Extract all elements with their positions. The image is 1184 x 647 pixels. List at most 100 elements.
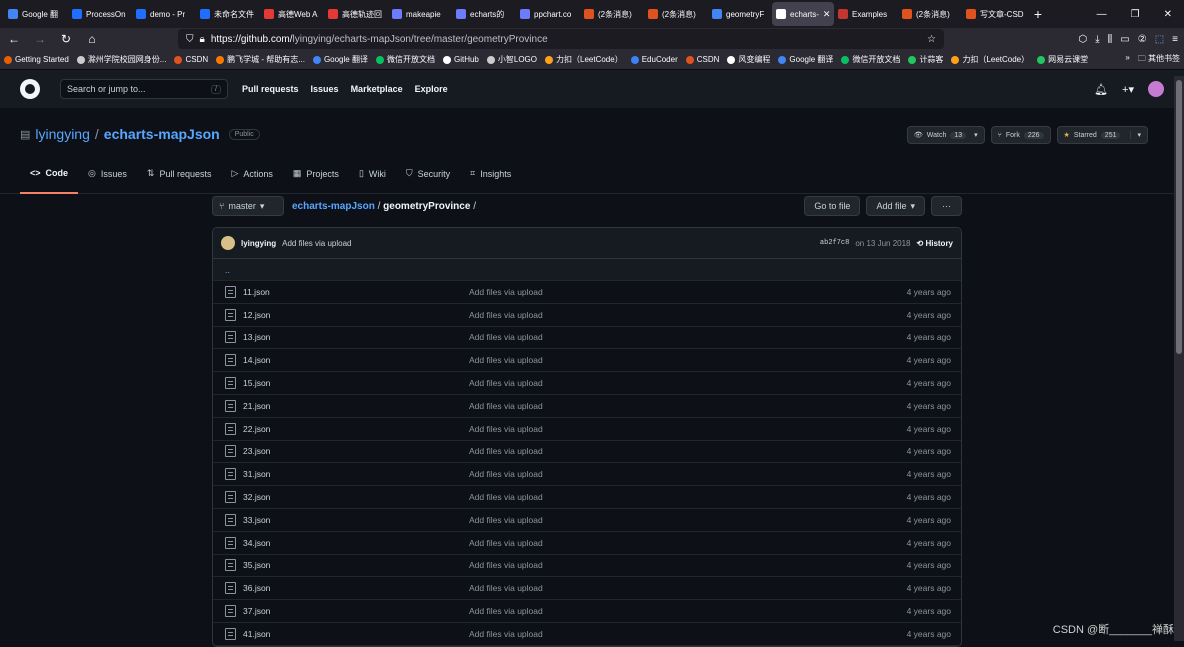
table-row[interactable]: 12.jsonAdd files via upload4 years ago [213,304,961,327]
go-to-file-button[interactable]: Go to file [804,196,860,216]
commit-sha[interactable]: ab2f7c8 [820,239,849,247]
file-name-link[interactable]: 13.json [236,332,469,342]
bookmark-item[interactable]: Google 翻译 [778,54,833,65]
history-link[interactable]: ⟲ History [917,239,954,248]
bookmark-star-icon[interactable]: ☆ [927,34,936,45]
browser-tab[interactable]: (2条消息) [644,2,708,26]
bookmark-item[interactable]: CSDN [686,54,720,65]
bookmark-item[interactable]: 计蒜客 [908,54,943,65]
browser-tab[interactable]: Google 翻 [4,2,68,26]
commit-author-avatar[interactable] [221,236,235,250]
nav-explore[interactable]: Explore [415,84,448,94]
branch-select[interactable]: ⑂ master ▾ [212,196,284,216]
file-commit-message[interactable]: Add files via upload [469,310,543,320]
commit-author[interactable]: lyingying [241,239,276,248]
browser-tab[interactable]: 写文章-CSD [962,2,1026,26]
add-file-button[interactable]: Add file▾ [866,196,925,216]
chevron-double-right-icon[interactable]: » [1125,53,1129,67]
browser-tab[interactable]: echarts的 [452,2,516,26]
star-button[interactable]: ★Starred251▾ [1057,126,1148,144]
file-name-link[interactable]: 33.json [236,515,469,525]
page-scrollbar-thumb[interactable] [1176,80,1182,354]
tab-actions[interactable]: ▷Actions [221,153,282,194]
file-commit-message[interactable]: Add files via upload [469,355,543,365]
address-bar[interactable]: ⛉ 🔒︎ https://github.com/lyingying/echart… [178,29,944,49]
bookmark-item[interactable]: 微信开放文档 [841,54,900,65]
table-row[interactable]: 41.jsonAdd files via upload4 years ago [213,623,961,646]
file-name-link[interactable]: 34.json [236,538,469,548]
tab-security[interactable]: ⛉Security [396,153,460,194]
bookmark-item[interactable]: 滁州学院校园网身份... [77,54,167,65]
shield-icon[interactable]: ⛉ [186,34,194,45]
file-commit-message[interactable]: Add files via upload [469,469,543,479]
tab-code[interactable]: <>Code [20,153,78,194]
tab-projects[interactable]: ▦Projects [283,153,349,194]
browser-tab[interactable]: demo - Pr [132,2,196,26]
pocket-icon[interactable]: ⬡ [1079,34,1088,45]
file-commit-message[interactable]: Add files via upload [469,606,543,616]
file-name-link[interactable]: 41.json [236,629,469,639]
commit-message[interactable]: Add files via upload [282,239,351,248]
tab-insights[interactable]: ⌗Insights [460,153,521,194]
browser-tab[interactable]: (2条消息) [898,2,962,26]
browser-tab[interactable]: Examples [834,2,898,26]
home-icon[interactable]: ⌂ [84,32,100,46]
library-icon[interactable]: ⫼ [1108,34,1113,45]
table-row[interactable]: 32.jsonAdd files via upload4 years ago [213,486,961,509]
breadcrumb-root-link[interactable]: echarts-mapJson [292,201,375,212]
file-commit-message[interactable]: Add files via upload [469,332,543,342]
file-name-link[interactable]: 15.json [236,378,469,388]
bell-icon[interactable]: 🔔︎ [1094,83,1108,96]
bookmark-item[interactable]: 小智LOGO [487,54,537,65]
bookmark-item[interactable]: 网易云课堂 [1037,54,1088,65]
browser-tab[interactable]: 高德轨迹回 [324,2,388,26]
table-row[interactable]: 13.jsonAdd files via upload4 years ago [213,327,961,350]
table-row[interactable]: 36.jsonAdd files via upload4 years ago [213,577,961,600]
table-row[interactable]: 11.jsonAdd files via upload4 years ago [213,281,961,304]
bookmark-item[interactable]: EduCoder [631,54,678,65]
other-bookmarks[interactable]: 🗀 其他书签 [1138,53,1180,67]
table-row[interactable]: 35.jsonAdd files via upload4 years ago [213,555,961,578]
more-options-button[interactable]: ··· [931,196,962,216]
browser-tab[interactable]: ProcessOn [68,2,132,26]
minimize-icon[interactable]: — [1097,9,1107,20]
table-row[interactable]: 37.jsonAdd files via upload4 years ago [213,600,961,623]
file-commit-message[interactable]: Add files via upload [469,446,543,456]
bookmark-item[interactable]: Google 翻译 [313,54,368,65]
file-name-link[interactable]: 11.json [236,287,469,297]
table-row[interactable]: 21.jsonAdd files via upload4 years ago [213,395,961,418]
reload-icon[interactable]: ↻ [58,32,74,46]
bookmark-item[interactable]: 鹏飞学城 - 帮助有志... [216,54,305,65]
bookmark-item[interactable]: CSDN [174,54,208,65]
tab-wiki[interactable]: ▯Wiki [349,153,396,194]
bookmark-item[interactable]: 力扣（LeetCode） [545,54,623,65]
table-row[interactable]: 23.jsonAdd files via upload4 years ago [213,441,961,464]
watch-button[interactable]: 👁︎Watch13▾ [907,126,985,144]
file-commit-message[interactable]: Add files via upload [469,287,543,297]
chevron-down-icon[interactable]: ▾ [1130,131,1141,139]
file-name-link[interactable]: 32.json [236,492,469,502]
menu-icon[interactable]: ≡ [1172,34,1178,45]
fork-button[interactable]: ⑂Fork226 [991,126,1051,144]
browser-tab[interactable]: makeapie [388,2,452,26]
browser-tab[interactable]: ppchart.co [516,2,580,26]
download-icon[interactable]: ⤓ [1095,34,1099,45]
nav-pull-requests[interactable]: Pull requests [242,84,299,94]
table-row[interactable]: 31.jsonAdd files via upload4 years ago [213,463,961,486]
file-commit-message[interactable]: Add files via upload [469,629,543,639]
github-logo-icon[interactable] [20,79,40,99]
bookmark-item[interactable]: 微信开放文档 [376,54,435,65]
file-name-link[interactable]: 14.json [236,355,469,365]
file-name-link[interactable]: 35.json [236,560,469,570]
file-name-link[interactable]: 23.json [236,446,469,456]
file-commit-message[interactable]: Add files via upload [469,583,543,593]
nav-issues[interactable]: Issues [311,84,339,94]
bookmark-item[interactable]: GitHub [443,54,479,65]
file-commit-message[interactable]: Add files via upload [469,424,543,434]
parent-directory-link[interactable]: .. [213,259,961,281]
bookmark-item[interactable]: 风变编程 [727,54,770,65]
bookmark-item[interactable]: 力扣（LeetCode） [951,54,1029,65]
file-name-link[interactable]: 37.json [236,606,469,616]
search-input[interactable]: Search or jump to... / [60,79,228,99]
extension-icon[interactable]: ⬚ [1155,34,1164,45]
